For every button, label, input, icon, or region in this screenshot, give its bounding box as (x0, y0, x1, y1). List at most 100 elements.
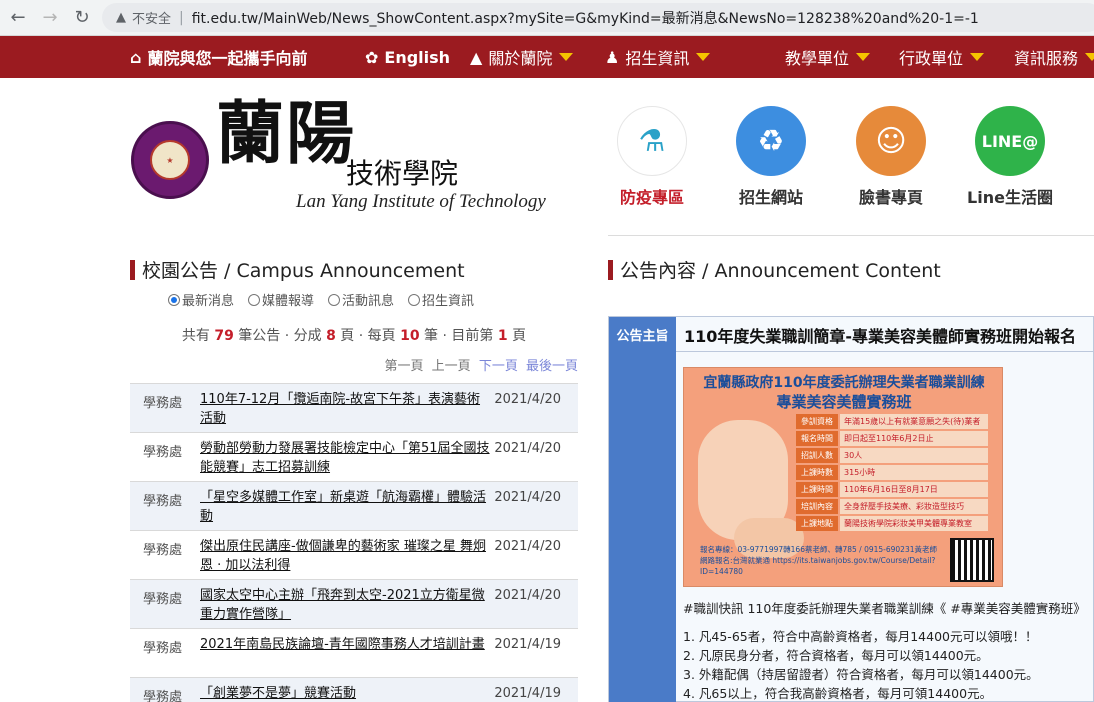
item-department: 學務處 (143, 445, 183, 460)
nav-teaching[interactable]: 教學單位 (785, 36, 871, 78)
item-date: 2021/4/19 (494, 637, 561, 652)
filter-admission[interactable]: 招生資訊 (408, 290, 474, 309)
list-item: 學務處 勞動部勞動力發展署技能檢定中心「第51屆全國技能競賽」志工招募訓練 20… (130, 432, 578, 481)
item-title-link[interactable]: 110年7-12月「攬逅南院-故宮下午茶」表演藝術活動 (200, 390, 490, 428)
quicklink-facebook-label: 臉書專頁 (858, 188, 923, 207)
nav-about-label: 關於蘭院 (488, 49, 553, 68)
list-item: 學務處 傑出原住民講座-做個謙卑的藝術家 璀璨之星 舞炯恩 · 加以法利得 20… (130, 530, 578, 579)
filter-events[interactable]: 活動訊息 (328, 290, 394, 309)
item-title-link[interactable]: 勞動部勞動力發展署技能檢定中心「第51屆全國技能競賽」志工招募訓練 (200, 439, 490, 477)
nav-admission[interactable]: ♟ 招生資訊 (605, 36, 711, 78)
insecure-label[interactable]: 不安全 (132, 8, 171, 27)
quicklink-admission[interactable]: ♻ 招生網站 (716, 106, 826, 208)
body-line: 4. 凡65以上，符合我高齡資格者，每月可領14400元。 (683, 686, 993, 701)
poster-field-key: 培訓內容 (796, 499, 838, 514)
chevron-down-icon (856, 53, 871, 61)
header-divider (608, 235, 1094, 236)
announcement-content-heading: 公告內容 / Announcement Content (608, 256, 941, 283)
pager-first: 第一頁 (384, 359, 424, 374)
warning-triangle-icon[interactable]: ▲ (116, 10, 126, 25)
radio-selected-icon[interactable] (168, 293, 180, 306)
poster-field-key: 上課時間 (796, 482, 838, 497)
summary-text: 筆公告 · 分成 (233, 328, 327, 344)
subject-divider (676, 351, 1094, 352)
list-item: 學務處 110年7-12月「攬逅南院-故宮下午茶」表演藝術活動 2021/4/2… (130, 383, 578, 432)
filter-media[interactable]: 媒體報導 (248, 290, 314, 309)
chevron-down-icon (1085, 53, 1094, 61)
item-title-link[interactable]: 「星空多媒體工作室」新桌遊「航海霸權」體驗活動 (200, 488, 490, 526)
per-page-count: 10 (400, 328, 420, 344)
poster-field-value: 315小時 (840, 465, 988, 480)
total-count: 79 (214, 328, 234, 344)
nav-about[interactable]: ▲ 關於蘭院 (470, 36, 574, 78)
summary-text: 共有 (181, 328, 215, 344)
logo-english-name[interactable]: Lan Yang Institute of Technology (296, 191, 546, 213)
body-line: 3. 外籍配偶（持居留證者）符合資格者，每月可以領14400元。 (683, 667, 1039, 682)
radio-icon[interactable] (328, 293, 341, 306)
subject-label-column: 公告主旨 (609, 317, 676, 702)
address-bar[interactable]: ▲ 不安全 | fit.edu.tw/MainWeb/News_ShowCont… (102, 3, 1094, 32)
globe-recycle-icon: ♻ (736, 106, 806, 176)
home-icon: ⌂ (130, 47, 142, 67)
quicklink-facebook[interactable]: ☺ 臉書專頁 (836, 106, 946, 208)
quicklink-line[interactable]: LINE@ Line生活圈 (955, 106, 1065, 208)
item-department: 學務處 (143, 592, 183, 607)
poster-field-value: 30人 (840, 448, 988, 463)
url-text[interactable]: fit.edu.tw/MainWeb/News_ShowContent.aspx… (192, 8, 979, 28)
poster-field-key: 招訓人數 (796, 448, 838, 463)
item-date: 2021/4/20 (494, 441, 561, 456)
item-title-link[interactable]: 「創業夢不是夢」競賽活動 (200, 684, 490, 702)
filter-latest[interactable]: 最新消息 (168, 290, 234, 309)
reload-icon[interactable]: ↻ (68, 4, 96, 32)
nav-english[interactable]: ✿ English (365, 36, 450, 78)
announcement-content-title: 公告內容 / Announcement Content (620, 260, 941, 282)
quicklink-admission-label: 招生網站 (738, 188, 803, 207)
radio-icon[interactable] (408, 293, 421, 306)
poster-field-value: 110年6月16日至8月17日 (840, 482, 988, 497)
chevron-down-icon (696, 53, 711, 61)
item-title-link[interactable]: 2021年南島民族論壇-青年國際事務人才培訓計畫 (200, 635, 490, 654)
announcement-content-panel: 公告主旨 110年度失業職訓簡章-專業美容美體師實務班開始報名 宜蘭縣政府110… (608, 316, 1094, 702)
item-title-link[interactable]: 傑出原住民講座-做個謙卑的藝術家 璀璨之星 舞炯恩 · 加以法利得 (200, 537, 490, 575)
announcement-poster-image[interactable]: 宜蘭縣政府110年度委託辦理失業者職業訓練 專業美容美體實務班 參訓資格 年滿1… (683, 367, 1003, 587)
quicklink-epidemic[interactable]: ⚗ 防疫專區 (597, 106, 707, 208)
quicklink-epidemic-label: 防疫專區 (619, 188, 684, 207)
pager-next[interactable]: 下一頁 (479, 359, 518, 374)
school-seal-logo[interactable]: ★ (131, 121, 209, 199)
nav-service[interactable]: 資訊服務 (1014, 36, 1094, 78)
line-icon: LINE@ (975, 106, 1045, 176)
nav-home[interactable]: ⌂ 蘭院與您一起攜手向前 (130, 36, 307, 78)
category-filter: 最新消息 媒體報導 活動訊息 招生資訊 (168, 290, 474, 309)
summary-text: 頁 (507, 328, 527, 344)
pager-prev: 上一頁 (431, 359, 471, 374)
radio-icon[interactable] (248, 293, 261, 306)
filter-events-label: 活動訊息 (342, 294, 395, 309)
campus-announcement-title: 校園公告 / Campus Announcement (142, 260, 465, 282)
qr-code-icon (950, 538, 994, 582)
poster-field-key: 參訓資格 (796, 414, 838, 429)
logo-subtitle[interactable]: 技術學院 (346, 152, 458, 192)
pagination-summary: 共有 79 筆公告 · 分成 8 頁 · 每頁 10 筆 · 目前第 1 頁 (130, 325, 578, 345)
user-icon: ♟ (605, 47, 620, 67)
test-tube-icon: ⚗ (617, 106, 687, 176)
nav-teaching-label: 教學單位 (785, 49, 850, 68)
poster-course-name: 專業美容美體實務班 (776, 393, 912, 411)
filter-latest-label: 最新消息 (182, 294, 235, 309)
summary-text: 頁 · 每頁 (335, 328, 401, 344)
item-title-link[interactable]: 國家太空中心主辦「飛奔到太空-2021立方衛星微重力實作營隊」 (200, 586, 490, 624)
back-arrow-icon[interactable]: ← (4, 4, 32, 32)
poster-field-key: 上課地點 (796, 516, 838, 531)
announcement-subject: 110年度失業職訓簡章-專業美容美體師實務班開始報名 (684, 327, 1077, 346)
chevron-down-icon (559, 53, 574, 61)
pager-last[interactable]: 最後一頁 (526, 359, 578, 374)
forward-arrow-icon[interactable]: → (36, 4, 64, 32)
nav-admin[interactable]: 行政單位 (899, 36, 985, 78)
item-department: 學務處 (143, 690, 183, 702)
logo-wordmark[interactable]: 蘭陽 (216, 100, 356, 168)
item-department: 學務處 (143, 543, 183, 558)
subject-label: 公告主旨 (616, 328, 669, 344)
poster-field-key: 上課時數 (796, 465, 838, 480)
nav-home-label: 蘭院與您一起攜手向前 (147, 49, 308, 68)
list-item: 學務處 2021年南島民族論壇-青年國際事務人才培訓計畫 2021/4/19 (130, 628, 578, 677)
body-line: 1. 凡45-65者，符合中高齡資格者，每月14400元可以領哦！！ (683, 629, 1038, 644)
